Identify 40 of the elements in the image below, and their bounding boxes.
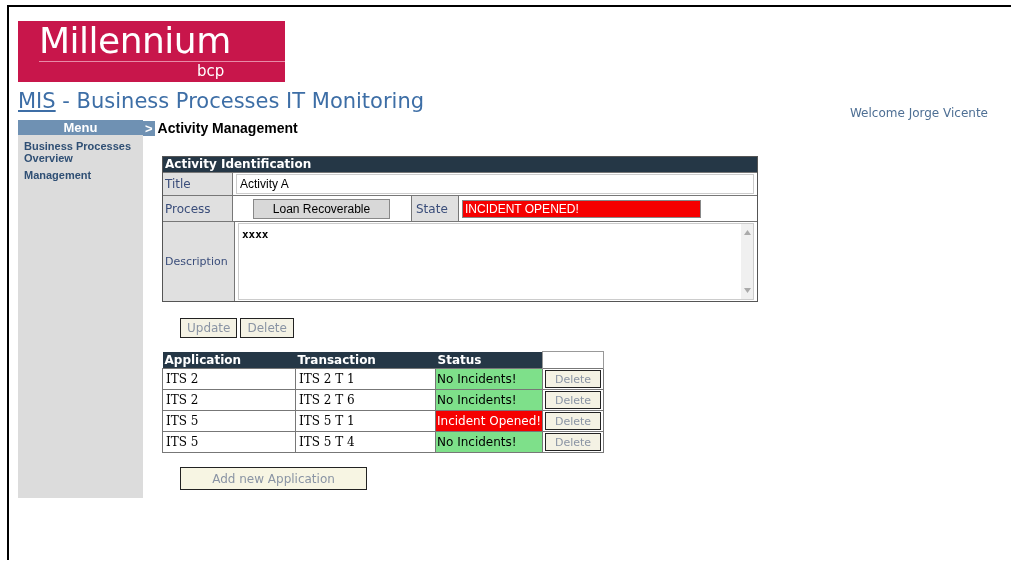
table-cell: ITS 2 T 1	[295, 368, 436, 390]
menu-item[interactable]: Business Processes Overview	[18, 135, 143, 164]
scrollbar[interactable]	[741, 224, 753, 299]
field-label: Description	[163, 222, 235, 301]
table-cell: ITS 5	[162, 410, 296, 432]
logo: Millennium bcp	[18, 21, 285, 82]
table-cell: ITS 2	[162, 368, 296, 390]
description-field[interactable]: xxxx	[238, 223, 754, 300]
home-link[interactable]: MIS	[18, 89, 56, 113]
status-cell: No Incidents!	[435, 368, 543, 390]
column-header: Transaction	[295, 351, 436, 369]
state-field: INCIDENT OPENED!	[462, 199, 701, 218]
table-cell: ITS 2 T 6	[295, 389, 436, 411]
delete-button[interactable]: Delete	[545, 370, 602, 388]
panel-heading: Activity Identification	[163, 157, 757, 172]
process-button[interactable]: Loan Recoverable	[253, 198, 390, 219]
breadcrumb-marker: >	[143, 120, 155, 136]
menu-item[interactable]: Management	[18, 164, 143, 181]
table-cell: ITS 2	[162, 389, 296, 411]
add-application-button[interactable]: Add new Application	[180, 467, 367, 490]
action-button[interactable]: Update	[180, 318, 238, 338]
welcome-text: Welcome Jorge Vicente	[849, 106, 988, 120]
delete-button[interactable]: Delete	[545, 391, 602, 409]
menu-header: Menu	[18, 120, 143, 135]
app-title: MIS - Business Processes IT Monitoring	[18, 88, 425, 114]
column-header: Status	[435, 351, 543, 369]
scroll-up-icon	[743, 230, 751, 235]
field-label: Process	[163, 196, 233, 221]
delete-button[interactable]: Delete	[545, 433, 602, 451]
page-heading: Activity Management	[157, 120, 298, 136]
field-label: State	[411, 196, 459, 221]
field-label: Title	[163, 173, 233, 195]
delete-button[interactable]: Delete	[545, 412, 602, 430]
title-field[interactable]: Activity A	[236, 174, 754, 194]
table-cell: ITS 5 T 1	[295, 410, 436, 432]
table-cell: ITS 5	[162, 431, 296, 453]
table-cell: ITS 5 T 4	[295, 431, 436, 453]
action-button[interactable]: Delete	[240, 318, 294, 338]
column-header: Application	[162, 351, 296, 369]
scroll-down-icon	[743, 288, 751, 293]
